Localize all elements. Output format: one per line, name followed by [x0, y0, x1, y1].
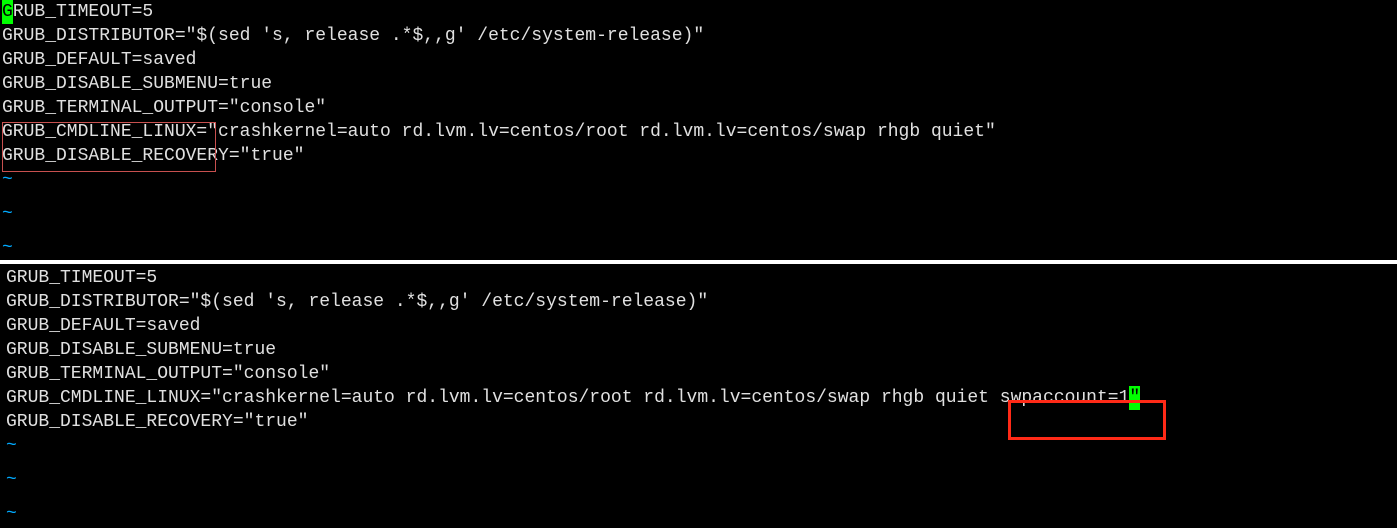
vim-tilde: ~ — [2, 236, 1397, 260]
config-line: GRUB_DISABLE_SUBMENU=true — [6, 338, 1397, 362]
config-line: GRUB_DISABLE_RECOVERY="true" — [2, 144, 1397, 168]
spacer — [6, 458, 1397, 468]
spacer — [6, 492, 1397, 502]
config-line: GRUB_DEFAULT=saved — [2, 48, 1397, 72]
config-line: GRUB_CMDLINE_LINUX="crashkernel=auto rd.… — [2, 120, 1397, 144]
vim-tilde: ~ — [2, 202, 1397, 226]
text: GRUB_CMDLINE_LINUX="crashkernel=auto rd.… — [6, 388, 1129, 408]
config-line: GRUB_DEFAULT=saved — [6, 314, 1397, 338]
config-line: GRUB_TERMINAL_OUTPUT="console" — [6, 362, 1397, 386]
text: RUB_TIMEOUT=5 — [13, 2, 153, 22]
config-line: GRUB_DISABLE_SUBMENU=true — [2, 72, 1397, 96]
vim-tilde: ~ — [6, 434, 1397, 458]
cursor: " — [1129, 386, 1140, 410]
config-line: GRUB_CMDLINE_LINUX="crashkernel=auto rd.… — [6, 386, 1397, 410]
spacer — [2, 192, 1397, 202]
config-line: GRUB_TIMEOUT=5 — [6, 266, 1397, 290]
config-line: GRUB_DISTRIBUTOR="$(sed 's, release .*$,… — [6, 290, 1397, 314]
pane-top: GRUB_TIMEOUT=5 GRUB_DISTRIBUTOR="$(sed '… — [0, 0, 1397, 260]
vim-tilde: ~ — [6, 468, 1397, 492]
pane-bottom: GRUB_TIMEOUT=5 GRUB_DISTRIBUTOR="$(sed '… — [0, 264, 1397, 526]
vim-tilde: ~ — [6, 502, 1397, 526]
config-line: GRUB_TIMEOUT=5 — [2, 0, 1397, 24]
config-line: GRUB_TERMINAL_OUTPUT="console" — [2, 96, 1397, 120]
terminal-output: GRUB_TIMEOUT=5 GRUB_DISTRIBUTOR="$(sed '… — [0, 0, 1397, 526]
config-line: GRUB_DISABLE_RECOVERY="true" — [6, 410, 1397, 434]
vim-tilde: ~ — [2, 168, 1397, 192]
spacer — [2, 226, 1397, 236]
cursor: G — [2, 0, 13, 24]
config-line: GRUB_DISTRIBUTOR="$(sed 's, release .*$,… — [2, 24, 1397, 48]
